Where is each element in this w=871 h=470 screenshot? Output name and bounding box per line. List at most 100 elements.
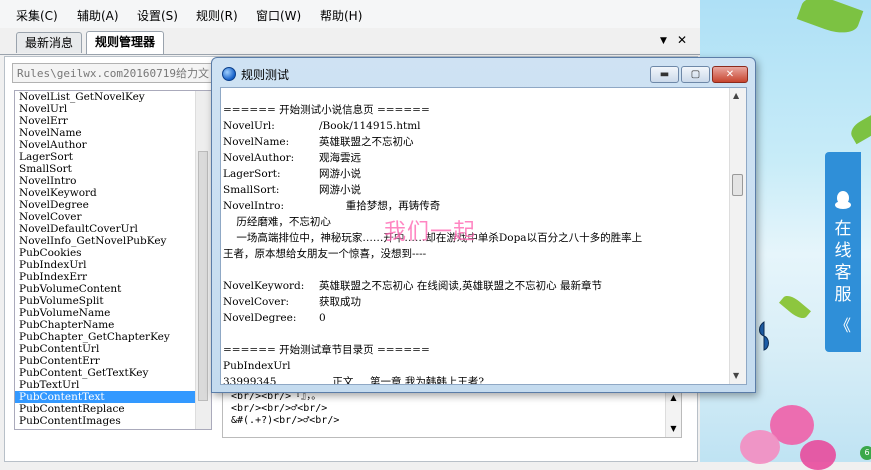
output-field-value: 正文 第一章 我为韩韩上王者? xyxy=(319,376,485,385)
field-list-item[interactable]: NovelIntro xyxy=(15,175,211,187)
field-list-item[interactable]: PubVolumeContent xyxy=(15,283,211,295)
output-field-value: 获取成功 xyxy=(319,296,361,308)
field-list-item[interactable]: NovelList_GetNovelKey xyxy=(15,91,211,103)
collapse-chevron-icon[interactable]: 《 xyxy=(835,312,851,336)
output-line: NovelIntro: 重拾梦想，再铸传奇 xyxy=(223,198,440,214)
output-field-value: 观海雲远 xyxy=(319,152,361,164)
field-list-item[interactable]: PubChapterName xyxy=(15,319,211,331)
output-field-label: NovelUrl: xyxy=(223,120,275,132)
tab-list-dropdown-icon[interactable]: ▼ xyxy=(660,36,667,46)
output-line: ====== 开始测试小说信息页 ====== xyxy=(223,102,430,118)
replace-line: &#(.+?)<br/>♂<br/> xyxy=(231,415,340,426)
flower-decoration xyxy=(800,440,836,470)
field-list-item[interactable]: NovelDegree xyxy=(15,199,211,211)
menu-settings[interactable]: 设置(S) xyxy=(137,7,178,24)
app-globe-icon xyxy=(222,67,236,81)
output-field-value: 网游小说 xyxy=(319,168,361,180)
field-list-item[interactable]: NovelDefaultCoverUrl xyxy=(15,223,211,235)
output-field-value: ====== 开始测试小说信息页 ====== xyxy=(223,104,430,116)
leaf-decoration xyxy=(796,0,864,40)
output-line: 王者，原本想给女朋友一个惊喜，没想到---- xyxy=(223,246,426,262)
output-field-value: /Book/114915.html xyxy=(319,120,421,132)
field-list-scrollbar[interactable] xyxy=(195,91,211,429)
output-line: SmallSort: 网游小说 xyxy=(223,182,361,198)
menu-rules[interactable]: 规则(R) xyxy=(196,7,238,24)
field-list-item[interactable]: PubContentText xyxy=(15,391,211,403)
field-list-item[interactable]: NovelInfo_GetNovelPubKey xyxy=(15,235,211,247)
close-button[interactable]: ✕ xyxy=(712,66,748,83)
field-list-item[interactable]: PubIndexErr xyxy=(15,271,211,283)
watermark-text: 我们一起 xyxy=(384,220,477,245)
output-scroll-thumb[interactable] xyxy=(732,174,743,196)
output-field-value: ====== 开始测试章节目录页 ====== xyxy=(223,344,430,356)
tab-latest-news[interactable]: 最新消息 xyxy=(16,32,83,53)
field-list-item[interactable]: NovelKeyword xyxy=(15,187,211,199)
field-list-item[interactable]: PubContentImages xyxy=(15,415,211,427)
scroll-up-arrow-icon[interactable]: ▲ xyxy=(733,91,739,100)
scroll-down-arrow-icon[interactable]: ▼ xyxy=(666,424,681,433)
minimize-button[interactable]: ▬ xyxy=(650,66,679,83)
field-list-item[interactable]: PubIndexUrl xyxy=(15,259,211,271)
output-field-label: NovelKeyword: xyxy=(223,280,305,292)
content-replace-textarea[interactable]: <br/><br/>『』，。 <br/><br/>♂<br/> &#(.+?)<… xyxy=(222,390,682,438)
output-field-label: NovelName: xyxy=(223,136,290,148)
field-list-item[interactable]: PubVolumeSplit xyxy=(15,295,211,307)
flower-decoration xyxy=(740,430,780,464)
output-field-label: SmallSort: xyxy=(223,184,280,196)
field-list-item[interactable]: NovelAuthor xyxy=(15,139,211,151)
field-list-item[interactable]: PubContent_GetTextKey xyxy=(15,367,211,379)
field-list-scroll-thumb[interactable] xyxy=(198,151,208,401)
rule-test-dialog: 规则测试 ▬ ▢ ✕ ====== 开始测试小说信息页 ====== NovelU… xyxy=(211,57,756,393)
scroll-down-arrow-icon[interactable]: ▼ xyxy=(733,371,739,380)
replace-scrollbar[interactable]: ▲ ▼ xyxy=(665,391,681,437)
field-list-item[interactable]: PubVolumeName xyxy=(15,307,211,319)
output-scrollbar[interactable]: ▲ ▼ xyxy=(729,88,746,384)
output-line: 33999345 正文 第一章 我为韩韩上王者? xyxy=(223,374,485,385)
menu-assist[interactable]: 辅助(A) xyxy=(77,7,119,24)
output-field-value: 0 xyxy=(319,312,326,324)
field-list-item[interactable]: PubContentReplace xyxy=(15,403,211,415)
output-line: NovelCover: 获取成功 xyxy=(223,294,361,310)
leaf-decoration xyxy=(847,113,871,145)
maximize-button[interactable]: ▢ xyxy=(681,66,710,83)
output-field-value: 网游小说 xyxy=(319,184,361,196)
output-line: NovelKeyword: 英雄联盟之不忘初心 在线阅读,英雄联盟之不忘初心 最新… xyxy=(223,278,602,294)
output-field-value: 重拾梦想，再铸传奇 xyxy=(319,200,441,212)
field-list-item[interactable]: PubContentErr xyxy=(15,355,211,367)
output-line: NovelDegree: 0 xyxy=(223,310,326,326)
rule-field-list[interactable]: NovelList_GetNovelKey NovelUrl NovelErr Nov… xyxy=(14,90,212,430)
output-field-value: 英雄联盟之不忘初心 在线阅读,英雄联盟之不忘初心 最新章节 xyxy=(319,280,603,292)
field-list-item[interactable]: SmallSort xyxy=(15,163,211,175)
output-field-label: NovelCover: xyxy=(223,296,290,308)
output-field-value: 英雄联盟之不忘初心 xyxy=(319,136,414,148)
field-list-item[interactable]: PubChapter_GetChapterKey xyxy=(15,331,211,343)
test-output-textarea[interactable]: ====== 开始测试小说信息页 ====== NovelUrl: /Book/11… xyxy=(220,87,747,385)
menu-help[interactable]: 帮助(H) xyxy=(320,7,362,24)
tray-badge-icon: 6 xyxy=(860,446,871,460)
field-list-item[interactable]: NovelName xyxy=(15,127,211,139)
field-list-item[interactable]: PubTextUrl xyxy=(15,379,211,391)
online-service-panel[interactable]: 在线客服 《 xyxy=(825,152,861,352)
qq-penguin-icon xyxy=(835,191,851,209)
field-list-item[interactable]: PubCookies xyxy=(15,247,211,259)
field-list-item[interactable]: NovelCover xyxy=(15,211,211,223)
menu-bar: 采集(C) 辅助(A) 设置(S) 规则(R) 窗口(W) 帮助(H) xyxy=(0,0,700,29)
menu-window[interactable]: 窗口(W) xyxy=(256,7,301,24)
field-list-item[interactable]: LagerSort xyxy=(15,151,211,163)
output-line: NovelUrl: /Book/114915.html xyxy=(223,118,421,134)
replace-line: <br/><br/>♂<br/> xyxy=(231,403,328,414)
field-list-item[interactable]: PubContentUrl xyxy=(15,343,211,355)
field-list-item[interactable]: NovelUrl xyxy=(15,103,211,115)
field-list-item[interactable]: NovelErr xyxy=(15,115,211,127)
tab-rule-manager[interactable]: 规则管理器 xyxy=(86,31,165,54)
scroll-up-arrow-icon[interactable]: ▲ xyxy=(666,393,681,402)
output-field-value: 历经磨难，不忘初心 xyxy=(223,216,331,228)
menu-collect[interactable]: 采集(C) xyxy=(16,7,58,24)
document-tab-bar: 最新消息 规则管理器 ▼ ✕ xyxy=(0,28,700,55)
online-service-label: 在线客服 xyxy=(834,219,852,305)
tab-close-icon[interactable]: ✕ xyxy=(677,33,687,47)
output-field-label: NovelAuthor: xyxy=(223,152,295,164)
output-line: NovelAuthor: 观海雲远 xyxy=(223,150,361,166)
rule-file-select[interactable]: Rules\geilwx.com20160719给力文 xyxy=(12,63,212,83)
tab-latest-news-label: 最新消息 xyxy=(25,36,74,50)
